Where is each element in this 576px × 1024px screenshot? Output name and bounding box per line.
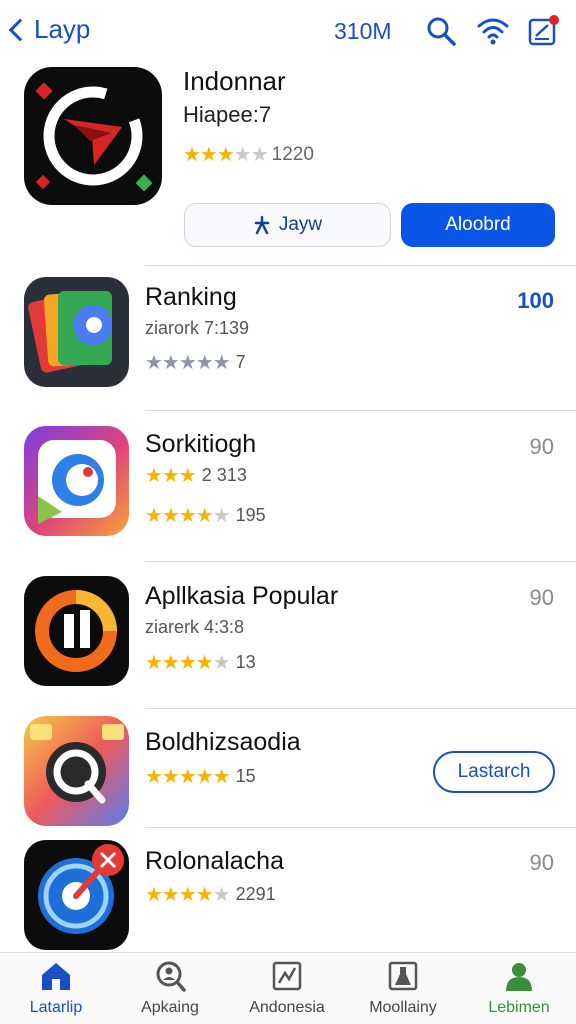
app-meta: ziarork 7:139 <box>145 318 249 339</box>
star-rating: ★★★★★ <box>145 505 231 527</box>
star-rating: ★★★★★ <box>145 884 231 906</box>
primary-action-button[interactable]: Aloobrd <box>401 203 555 247</box>
star-rating: ★★★★★ <box>145 652 231 674</box>
divider <box>145 827 576 828</box>
app-rating: ★★★★★ 7 <box>145 350 246 375</box>
tab-andonesia[interactable]: Andonesia <box>232 959 342 1017</box>
app-value: 90 <box>529 585 554 610</box>
rating-count: 13 <box>235 652 256 672</box>
bottom-tab-bar: Latarlip Apkaing Andonesia Moollainy Leb… <box>0 952 576 1024</box>
search-person-icon <box>156 961 186 992</box>
featured-app-subtitle: Hiapee:7 <box>183 102 272 127</box>
home-icon <box>42 963 70 990</box>
star-rating: ★★★★★ <box>145 352 231 374</box>
profile-icon <box>506 963 532 991</box>
app-rating: ★★★★★ 195 <box>145 503 266 528</box>
secondary-action-button[interactable]: Jayw <box>184 203 391 247</box>
featured-app-icon[interactable] <box>24 67 162 205</box>
featured-rating: ★★★★★ 1220 <box>183 142 314 167</box>
app-title: Sorkitiogh <box>145 430 257 458</box>
chart-icon <box>272 961 302 991</box>
app-value: 100 <box>517 288 554 313</box>
app-title: Ranking <box>145 283 237 311</box>
status-text: 310M <box>334 18 392 44</box>
tab-label: Lebimen <box>488 999 550 1016</box>
app-rating: ★★★★★ 15 <box>145 764 256 789</box>
tab-label: Moollainy <box>369 999 437 1016</box>
app-icon-rolonalacha[interactable] <box>24 840 129 950</box>
app-value: 90 <box>529 434 554 459</box>
secondary-action-label: Jayw <box>278 214 323 235</box>
back-button[interactable]: Layp <box>6 14 90 45</box>
app-title: Apllkasia Popular <box>145 582 339 610</box>
rating-count: 15 <box>235 766 256 786</box>
tab-moollainy[interactable]: Moollainy <box>348 959 458 1017</box>
search-icon[interactable] <box>424 14 458 48</box>
wifi-icon[interactable] <box>476 14 510 48</box>
app-title: Rolonalacha <box>145 847 284 875</box>
app-icon-apllkasia-popular[interactable] <box>24 576 129 686</box>
app-icon-boldhizsaodia[interactable] <box>24 716 129 826</box>
tab-label: Andonesia <box>249 999 325 1016</box>
app-meta-text: ziarork 7:139 <box>145 318 250 338</box>
divider <box>145 265 576 266</box>
primary-action-label: Aloobrd <box>445 214 511 235</box>
tab-label: Latarlip <box>29 999 83 1016</box>
tab-label: Apkaing <box>141 999 199 1016</box>
figure-icon <box>254 215 270 235</box>
chevron-left-icon <box>8 18 32 41</box>
app-icon-ranking[interactable] <box>24 277 129 387</box>
tab-latarlip[interactable]: Latarlip <box>1 959 111 1017</box>
app-meta-text: 2 313 <box>201 465 247 485</box>
divider <box>145 410 576 411</box>
star-rating: ★★★★★ <box>183 144 269 166</box>
back-label: Layp <box>34 14 91 44</box>
notification-edit-icon[interactable] <box>527 14 561 48</box>
app-rating: ★★★★★ 2291 <box>145 882 276 907</box>
app-meta-text: ziarerk 4:3:8 <box>145 617 245 637</box>
app-action-label: Lastarch <box>457 761 531 782</box>
rating-count: 1220 <box>271 143 314 165</box>
tab-lebimen[interactable]: Lebimen <box>464 959 574 1017</box>
app-title: Boldhizsaodia <box>145 728 301 756</box>
rating-count: 2291 <box>235 884 276 904</box>
rating-count: 195 <box>235 505 266 525</box>
top-bar: Layp 310M <box>0 0 576 64</box>
app-rating: ★★★★★ 13 <box>145 650 256 675</box>
flask-icon <box>388 961 418 991</box>
divider <box>145 708 576 709</box>
featured-app-title: Indonnar <box>183 66 286 96</box>
app-icon-sorkitiogh[interactable] <box>24 426 129 536</box>
app-value: 90 <box>529 850 554 875</box>
tab-apkaing[interactable]: Apkaing <box>115 959 225 1017</box>
divider <box>145 561 576 562</box>
app-action-button[interactable]: Lastarch <box>433 751 555 793</box>
app-meta: ziarerk 4:3:8 <box>145 617 244 638</box>
star-rating: ★★★★★ <box>145 766 231 788</box>
rating-count: 7 <box>235 352 246 372</box>
star-rating: ★★★ <box>145 465 197 487</box>
app-meta: ★★★ 2 313 <box>145 463 247 488</box>
